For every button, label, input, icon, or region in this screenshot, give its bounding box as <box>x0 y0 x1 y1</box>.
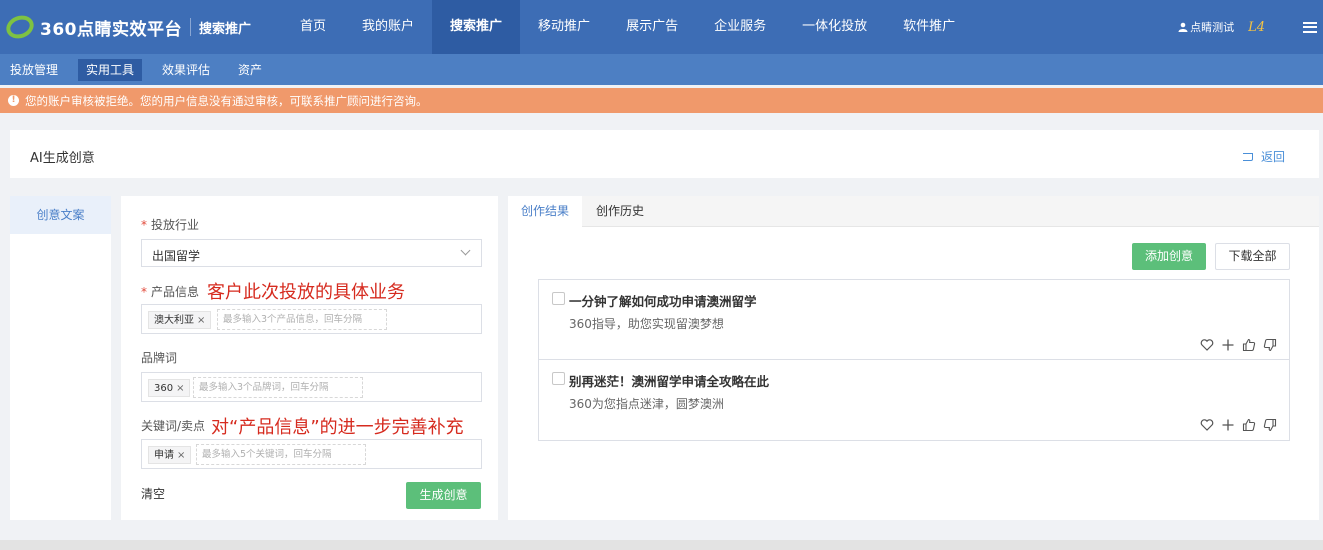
brand-tag-input[interactable]: 360 × 最多输入3个品牌词，回车分隔 <box>141 372 482 402</box>
card-actions <box>1193 418 1277 432</box>
main-nav: 首页 我的账户 搜索推广 移动推广 展示广告 企业服务 一体化投放 软件推广 <box>282 0 973 54</box>
creative-description: 360为您指点迷津，圆梦澳洲 <box>569 397 724 411</box>
nav-item-software-promotion[interactable]: 软件推广 <box>885 0 973 54</box>
plus-icon[interactable] <box>1221 418 1235 432</box>
creative-title: 一分钟了解如何成功申请澳洲留学 <box>569 294 757 309</box>
results-panel: 创作结果 创作历史 添加创意 下载全部 一分钟了解如何成功申请澳洲留学 360指… <box>508 196 1319 520</box>
brand-tag: 360 × <box>148 379 191 397</box>
sub-navbar: 投放管理 实用工具 效果评估 资产 <box>0 54 1323 85</box>
page-title: AI生成创意 <box>30 151 95 166</box>
back-label: 返回 <box>1260 150 1285 164</box>
nav-item-home[interactable]: 首页 <box>282 0 344 54</box>
keywords-input[interactable]: 最多输入5个关键词，回车分隔 <box>196 444 366 465</box>
brand-name: 360点睛实效平台 <box>40 19 182 40</box>
creative-card: 一分钟了解如何成功申请澳洲留学 360指导，助您实现留澳梦想 <box>538 279 1290 361</box>
top-navbar: 360点睛实效平台 搜索推广 首页 我的账户 搜索推广 移动推广 展示广告 企业… <box>0 0 1323 54</box>
required-mark: * <box>141 285 147 299</box>
thumbs-down-icon[interactable] <box>1263 338 1277 352</box>
menu-icon[interactable] <box>1303 21 1317 33</box>
user-name: 点睛测试 <box>1190 21 1235 34</box>
select-checkbox[interactable] <box>552 292 565 305</box>
user-menu[interactable]: 点睛测试 <box>1178 19 1234 35</box>
clear-button[interactable]: 清空 <box>141 485 165 502</box>
subnav-item-assets[interactable]: 资产 <box>230 59 270 81</box>
card-actions <box>1193 338 1277 352</box>
industry-label: * 投放行业 <box>141 218 200 232</box>
brand-input[interactable]: 最多输入3个品牌词，回车分隔 <box>193 377 363 398</box>
creative-card: 别再迷茫！澳洲留学申请全攻略在此 360为您指点迷津，圆梦澳洲 <box>538 359 1290 441</box>
nav-item-enterprise-services[interactable]: 企业服务 <box>696 0 784 54</box>
nav-item-my-account[interactable]: 我的账户 <box>344 0 432 54</box>
chevron-down-icon <box>460 245 471 256</box>
product-tag-input[interactable]: 澳大利亚 × 最多输入3个产品信息，回车分隔 <box>141 304 482 334</box>
keyword-tag: 申请 × <box>148 446 192 464</box>
subnav-item-performance[interactable]: 效果评估 <box>154 59 218 81</box>
nav-item-integrated-delivery[interactable]: 一体化投放 <box>784 0 885 54</box>
tag-remove-icon[interactable]: × <box>197 315 205 326</box>
add-creative-button[interactable]: 添加创意 <box>1132 243 1206 270</box>
required-mark: * <box>141 218 147 232</box>
heart-icon[interactable] <box>1200 418 1214 432</box>
keywords-annotation: 对“产品信息”的进一步完善补充 <box>211 417 464 438</box>
industry-value: 出国留学 <box>152 249 201 263</box>
brand-divider <box>190 18 191 36</box>
brand-product: 搜索推广 <box>199 21 252 37</box>
generate-button[interactable]: 生成创意 <box>406 482 481 509</box>
user-icon <box>1178 22 1188 32</box>
user-area: 点睛测试 L4 <box>1178 0 1323 54</box>
subnav-item-delivery-management[interactable]: 投放管理 <box>2 59 66 81</box>
creative-description: 360指导，助您实现留澳梦想 <box>569 317 724 331</box>
tab-results[interactable]: 创作结果 <box>508 196 583 227</box>
brand-logo[interactable]: 360点睛实效平台 搜索推广 <box>0 0 282 54</box>
product-input[interactable]: 最多输入3个产品信息，回车分隔 <box>217 309 387 330</box>
results-tabs: 创作结果 创作历史 <box>508 196 1319 227</box>
thumbs-down-icon[interactable] <box>1263 418 1277 432</box>
keywords-tag-input[interactable]: 申请 × 最多输入5个关键词，回车分隔 <box>141 439 482 469</box>
creative-form: * 投放行业 出国留学 * 产品信息 客户此次投放的具体业务 澳大利亚 × 最多输入3… <box>121 196 498 520</box>
window-bottom-edge <box>0 540 1323 550</box>
tab-history[interactable]: 创作历史 <box>583 196 657 227</box>
nav-item-display-ads[interactable]: 展示广告 <box>608 0 696 54</box>
heart-icon[interactable] <box>1200 338 1214 352</box>
user-level-badge: L4 <box>1248 19 1265 35</box>
product-tag: 澳大利亚 × <box>148 311 212 329</box>
side-tabs: 创意文案 <box>10 196 111 520</box>
alert-text: 您的账户审核被拒绝。您的用户信息没有通过审核，可联系推广顾问进行咨询。 <box>25 93 428 108</box>
creative-title: 别再迷茫！澳洲留学申请全攻略在此 <box>569 374 770 389</box>
plus-icon[interactable] <box>1221 338 1235 352</box>
nav-item-search-promotion[interactable]: 搜索推广 <box>432 0 521 54</box>
subnav-item-tools[interactable]: 实用工具 <box>78 58 143 81</box>
thumbs-up-icon[interactable] <box>1242 418 1256 432</box>
nav-item-mobile-promotion[interactable]: 移动推广 <box>520 0 608 54</box>
tag-remove-icon[interactable]: × <box>176 383 184 394</box>
download-all-button[interactable]: 下载全部 <box>1215 243 1290 270</box>
tab-creative-copy[interactable]: 创意文案 <box>10 196 111 234</box>
brand-label: 品牌词 <box>141 351 178 365</box>
return-icon <box>1242 152 1253 161</box>
select-checkbox[interactable] <box>552 372 565 385</box>
industry-select[interactable]: 出国留学 <box>141 239 482 267</box>
account-alert-banner: ! 您的账户审核被拒绝。您的用户信息没有通过审核，可联系推广顾问进行咨询。 <box>0 88 1323 113</box>
page-header: AI生成创意 返回 <box>10 130 1319 178</box>
logo-icon <box>3 11 37 43</box>
product-label: * 产品信息 <box>141 285 200 299</box>
thumbs-up-icon[interactable] <box>1242 338 1256 352</box>
tag-remove-icon[interactable]: × <box>177 450 185 461</box>
warning-icon: ! <box>8 95 19 106</box>
keywords-label: 关键词/卖点 <box>141 419 206 433</box>
back-link[interactable]: 返回 <box>1242 148 1285 165</box>
product-annotation: 客户此次投放的具体业务 <box>207 282 405 303</box>
